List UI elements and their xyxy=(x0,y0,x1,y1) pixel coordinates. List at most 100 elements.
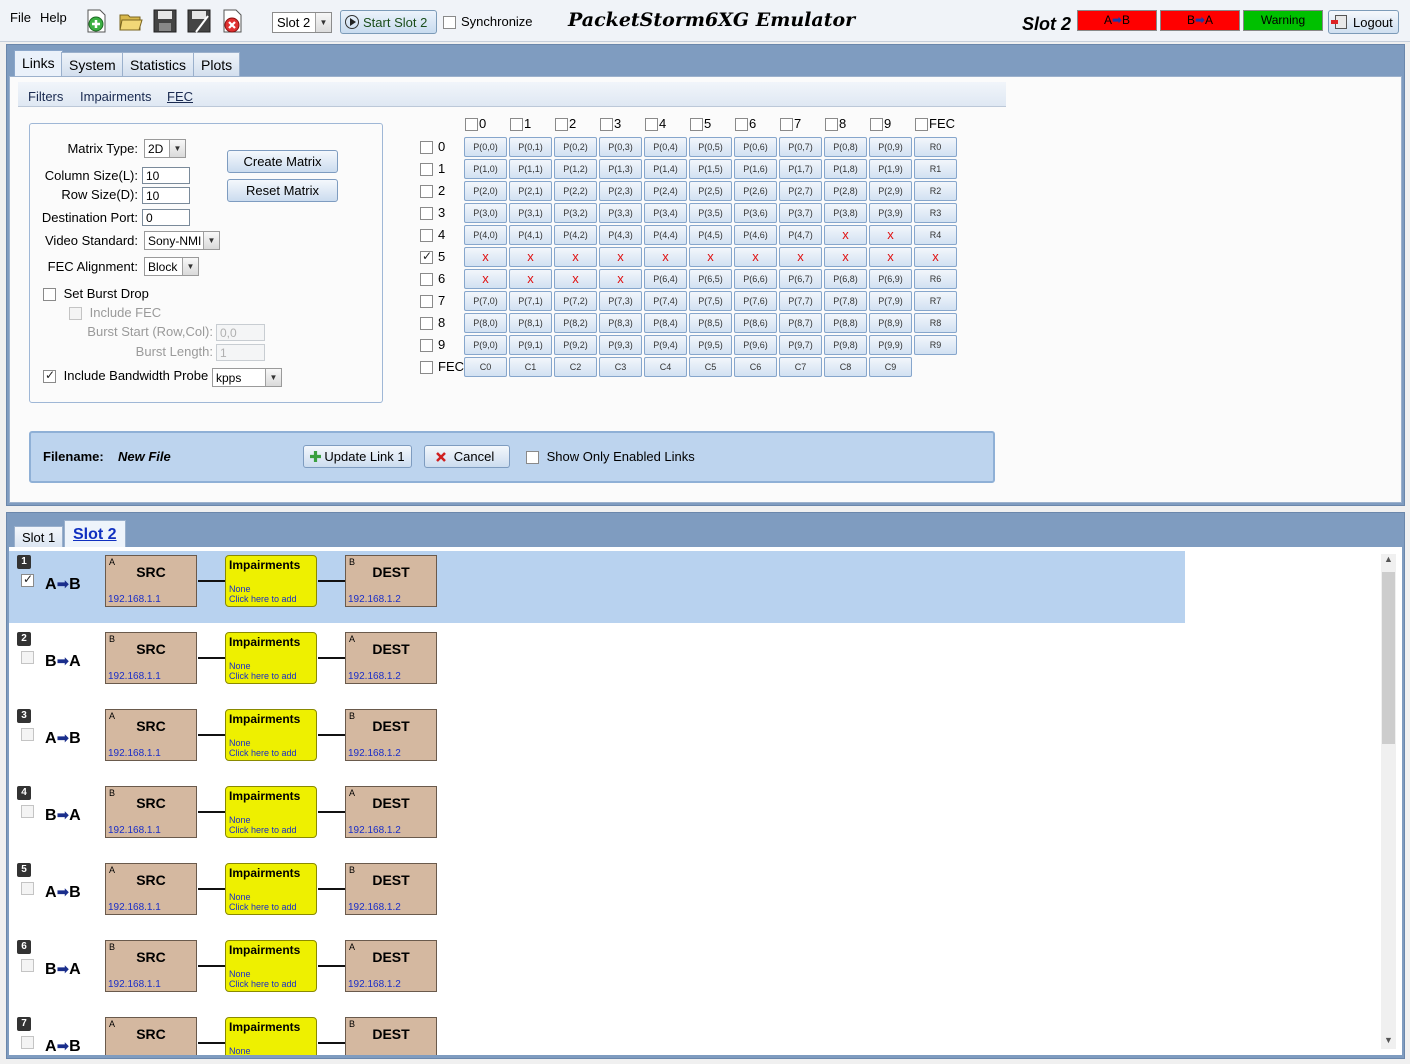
matrix-packet-cell[interactable]: P(4,0) xyxy=(464,225,507,245)
add-file-icon[interactable] xyxy=(84,8,110,34)
matrix-cell-dropped[interactable]: x xyxy=(599,247,642,267)
matrix-col-checkbox[interactable] xyxy=(645,118,658,132)
matrix-packet-cell[interactable]: P(8,0) xyxy=(464,313,507,333)
tab-slot-2[interactable]: Slot 2 xyxy=(64,520,126,548)
video-standard-select[interactable]: Sony-NMI ▼ xyxy=(144,231,220,250)
impairments-node[interactable]: ImpairmentsNoneClick here to add xyxy=(225,786,317,838)
impairments-node[interactable]: ImpairmentsNoneClick here to add xyxy=(225,709,317,761)
matrix-row-fec-cell[interactable]: R6 xyxy=(914,269,957,289)
matrix-packet-cell[interactable]: P(7,2) xyxy=(554,291,597,311)
impairments-click-to-add[interactable]: Click here to add xyxy=(229,825,297,835)
burst-start-input[interactable] xyxy=(216,324,265,341)
matrix-cell-dropped[interactable]: x xyxy=(869,225,912,245)
matrix-packet-cell[interactable]: P(1,6) xyxy=(734,159,777,179)
matrix-packet-cell[interactable]: P(8,1) xyxy=(509,313,552,333)
matrix-packet-cell[interactable]: P(2,5) xyxy=(689,181,732,201)
matrix-packet-cell[interactable]: P(1,9) xyxy=(869,159,912,179)
matrix-packet-cell[interactable]: P(8,5) xyxy=(689,313,732,333)
src-node[interactable]: B SRC 192.168.1.1 xyxy=(105,786,197,838)
include-fec-checkbox[interactable] xyxy=(69,307,82,321)
matrix-row-fec-cell[interactable]: R3 xyxy=(914,203,957,223)
matrix-packet-cell[interactable]: P(4,5) xyxy=(689,225,732,245)
matrix-row-fec-cell[interactable]: R0 xyxy=(914,137,957,157)
matrix-packet-cell[interactable]: P(1,0) xyxy=(464,159,507,179)
matrix-col-checkbox[interactable] xyxy=(915,118,928,132)
matrix-cell-dropped[interactable]: x xyxy=(779,247,822,267)
synchronize-toggle[interactable]: Synchronize xyxy=(443,14,533,30)
matrix-cell-dropped[interactable]: x xyxy=(464,269,507,289)
matrix-row-checkbox[interactable] xyxy=(420,317,433,331)
scroll-down-icon[interactable]: ▼ xyxy=(1381,1035,1396,1049)
matrix-col-fec-cell[interactable]: C1 xyxy=(509,357,552,377)
matrix-cell-dropped[interactable]: x xyxy=(824,225,867,245)
matrix-packet-cell[interactable]: P(2,4) xyxy=(644,181,687,201)
matrix-row-fec-cell[interactable]: R4 xyxy=(914,225,957,245)
matrix-col-checkbox[interactable] xyxy=(465,118,478,132)
matrix-col-fec-cell[interactable]: C7 xyxy=(779,357,822,377)
matrix-packet-cell[interactable]: P(7,3) xyxy=(599,291,642,311)
matrix-packet-cell[interactable]: P(2,9) xyxy=(869,181,912,201)
dest-node[interactable]: BDEST192.168.1.2 xyxy=(345,1017,437,1055)
matrix-row-checkbox[interactable] xyxy=(420,185,433,199)
matrix-col-checkbox[interactable] xyxy=(555,118,568,132)
matrix-packet-cell[interactable]: P(1,4) xyxy=(644,159,687,179)
matrix-col-checkbox[interactable] xyxy=(510,118,523,132)
dest-node[interactable]: BDEST192.168.1.2 xyxy=(345,709,437,761)
link-enable-checkbox[interactable] xyxy=(21,651,34,664)
matrix-packet-cell[interactable]: P(2,8) xyxy=(824,181,867,201)
subtab-impairments[interactable]: Impairments xyxy=(80,89,152,104)
matrix-packet-cell[interactable]: P(8,6) xyxy=(734,313,777,333)
save-as-icon[interactable] xyxy=(186,8,212,34)
matrix-col-checkbox[interactable] xyxy=(735,118,748,132)
dest-node[interactable]: A DEST 192.168.1.2 xyxy=(345,786,437,838)
column-size-input[interactable] xyxy=(142,167,190,184)
delete-icon[interactable] xyxy=(220,8,246,34)
matrix-packet-cell[interactable]: P(7,7) xyxy=(779,291,822,311)
matrix-col-fec-cell[interactable]: C3 xyxy=(599,357,642,377)
matrix-packet-cell[interactable]: P(7,4) xyxy=(644,291,687,311)
matrix-row-fec-cell[interactable]: R1 xyxy=(914,159,957,179)
matrix-cell-dropped[interactable]: x xyxy=(509,269,552,289)
link-enable-checkbox[interactable] xyxy=(21,882,34,895)
matrix-packet-cell[interactable]: P(2,2) xyxy=(554,181,597,201)
row-size-input[interactable] xyxy=(142,187,190,204)
subtab-fec[interactable]: FEC xyxy=(167,89,193,104)
matrix-col-fec-cell[interactable]: C9 xyxy=(869,357,912,377)
matrix-packet-cell[interactable]: P(7,0) xyxy=(464,291,507,311)
tab-slot-1[interactable]: Slot 1 xyxy=(14,526,64,547)
matrix-packet-cell[interactable]: P(8,7) xyxy=(779,313,822,333)
impairments-node[interactable]: ImpairmentsNoneClick here to add xyxy=(225,1017,317,1055)
link-row[interactable]: 3 A➡B A SRC 192.168.1.1 Impairments None Click … xyxy=(9,705,1185,777)
matrix-packet-cell[interactable]: P(9,1) xyxy=(509,335,552,355)
matrix-row-checkbox[interactable] xyxy=(420,273,433,287)
matrix-packet-cell[interactable]: P(6,4) xyxy=(644,269,687,289)
matrix-packet-cell[interactable]: P(3,1) xyxy=(509,203,552,223)
impairments-click-to-add[interactable]: Click here to add xyxy=(229,979,297,989)
matrix-packet-cell[interactable]: P(8,2) xyxy=(554,313,597,333)
matrix-packet-cell[interactable]: P(0,5) xyxy=(689,137,732,157)
matrix-packet-cell[interactable]: P(1,2) xyxy=(554,159,597,179)
subtab-filters[interactable]: Filters xyxy=(28,89,63,104)
matrix-packet-cell[interactable]: P(6,6) xyxy=(734,269,777,289)
matrix-col-checkbox[interactable] xyxy=(825,118,838,132)
matrix-row-fec-cell[interactable]: R2 xyxy=(914,181,957,201)
matrix-packet-cell[interactable]: P(8,4) xyxy=(644,313,687,333)
include-bandwidth-probe-checkbox[interactable] xyxy=(43,368,56,384)
matrix-type-select[interactable]: 2D ▼ xyxy=(144,139,186,158)
matrix-packet-cell[interactable]: P(6,5) xyxy=(689,269,732,289)
tab-system[interactable]: System xyxy=(61,52,124,76)
impairments-node[interactable]: ImpairmentsNoneClick here to add xyxy=(225,940,317,992)
matrix-col-fec-cell[interactable]: C8 xyxy=(824,357,867,377)
matrix-row-checkbox[interactable] xyxy=(420,361,433,375)
matrix-cell-dropped[interactable]: x xyxy=(914,247,957,267)
matrix-row-checkbox[interactable] xyxy=(420,207,433,221)
matrix-packet-cell[interactable]: P(1,1) xyxy=(509,159,552,179)
links-scrollbar[interactable]: ▲ ▼ xyxy=(1381,554,1396,1049)
matrix-row-checkbox[interactable] xyxy=(420,229,433,243)
matrix-packet-cell[interactable]: P(9,7) xyxy=(779,335,822,355)
link-enable-checkbox[interactable] xyxy=(21,1036,34,1049)
matrix-row-checkbox[interactable] xyxy=(420,249,433,265)
impairments-click-to-add[interactable]: Click here to add xyxy=(229,594,297,604)
matrix-packet-cell[interactable]: P(3,3) xyxy=(599,203,642,223)
matrix-col-checkbox[interactable] xyxy=(690,118,703,132)
